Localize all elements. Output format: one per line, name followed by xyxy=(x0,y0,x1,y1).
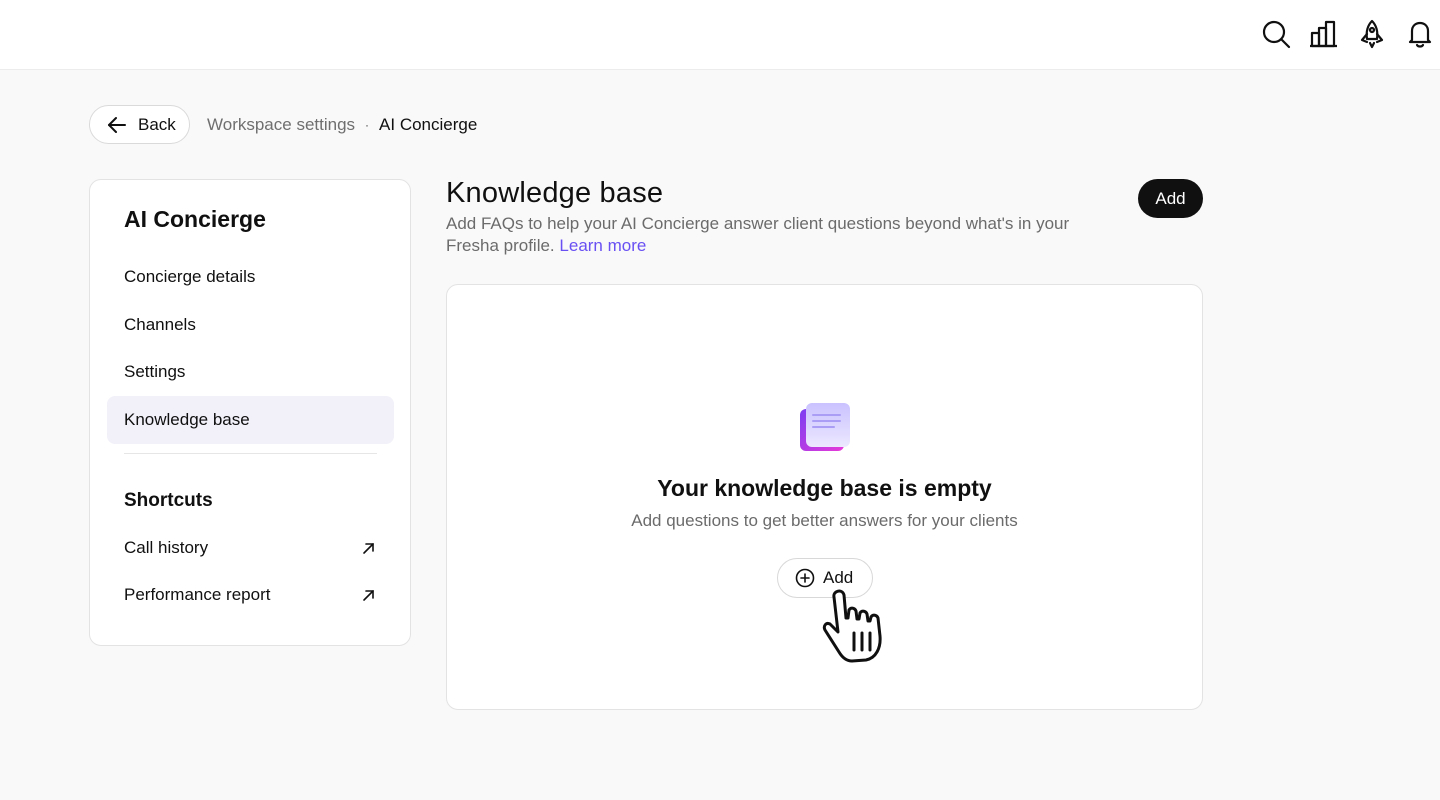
sidebar-item-label: Settings xyxy=(124,362,186,381)
sidebar-item-knowledge-base[interactable]: Knowledge base xyxy=(107,396,394,444)
plus-circle-icon xyxy=(795,568,815,588)
breadcrumb-separator: · xyxy=(365,118,370,132)
arrow-left-icon xyxy=(108,116,126,133)
document-stack-icon xyxy=(800,403,850,451)
empty-state-add-button[interactable]: Add xyxy=(777,558,873,598)
empty-state-title: Your knowledge base is empty xyxy=(657,475,992,501)
top-bar xyxy=(0,0,1440,70)
page-title: Knowledge base xyxy=(446,177,664,209)
back-button[interactable]: Back xyxy=(89,105,190,144)
shortcut-label: Performance report xyxy=(124,585,271,604)
page-description: Add FAQs to help your AI Concierge answe… xyxy=(446,213,1126,257)
sidebar-divider xyxy=(124,453,377,454)
sidebar: AI Concierge Concierge details Channels … xyxy=(89,179,411,646)
shortcut-label: Call history xyxy=(124,538,209,557)
chart-icon[interactable] xyxy=(1309,19,1339,49)
sidebar-item-channels[interactable]: Channels xyxy=(107,301,394,349)
empty-state-subtitle: Add questions to get better answers for … xyxy=(631,511,1018,530)
breadcrumb-current: AI Concierge xyxy=(379,115,478,134)
sidebar-item-concierge-details[interactable]: Concierge details xyxy=(107,253,394,301)
external-link-icon xyxy=(363,590,374,601)
breadcrumb-workspace-settings[interactable]: Workspace settings xyxy=(207,115,355,135)
description-text: Add FAQs to help your AI Concierge answe… xyxy=(446,214,1070,255)
bell-icon[interactable] xyxy=(1405,19,1435,49)
learn-more-link[interactable]: Learn more xyxy=(559,236,646,255)
add-button[interactable]: Add xyxy=(1138,179,1203,218)
sidebar-item-label: Channels xyxy=(124,315,196,334)
sidebar-item-label: Concierge details xyxy=(124,267,256,286)
sidebar-item-label: Knowledge base xyxy=(124,410,250,429)
rocket-icon[interactable] xyxy=(1357,19,1387,49)
breadcrumb: Workspace settings · AI Concierge xyxy=(207,113,477,137)
search-icon[interactable] xyxy=(1261,19,1291,49)
empty-state-add-label: Add xyxy=(823,568,854,587)
shortcut-performance-report[interactable]: Performance report xyxy=(107,571,394,619)
back-label: Back xyxy=(138,114,176,134)
shortcuts-title: Shortcuts xyxy=(124,490,213,511)
external-link-icon xyxy=(363,543,374,554)
empty-state-card: Your knowledge base is empty Add questio… xyxy=(446,284,1203,710)
shortcut-call-history[interactable]: Call history xyxy=(107,524,394,572)
sidebar-item-settings[interactable]: Settings xyxy=(107,348,394,396)
sidebar-title: AI Concierge xyxy=(124,206,266,232)
